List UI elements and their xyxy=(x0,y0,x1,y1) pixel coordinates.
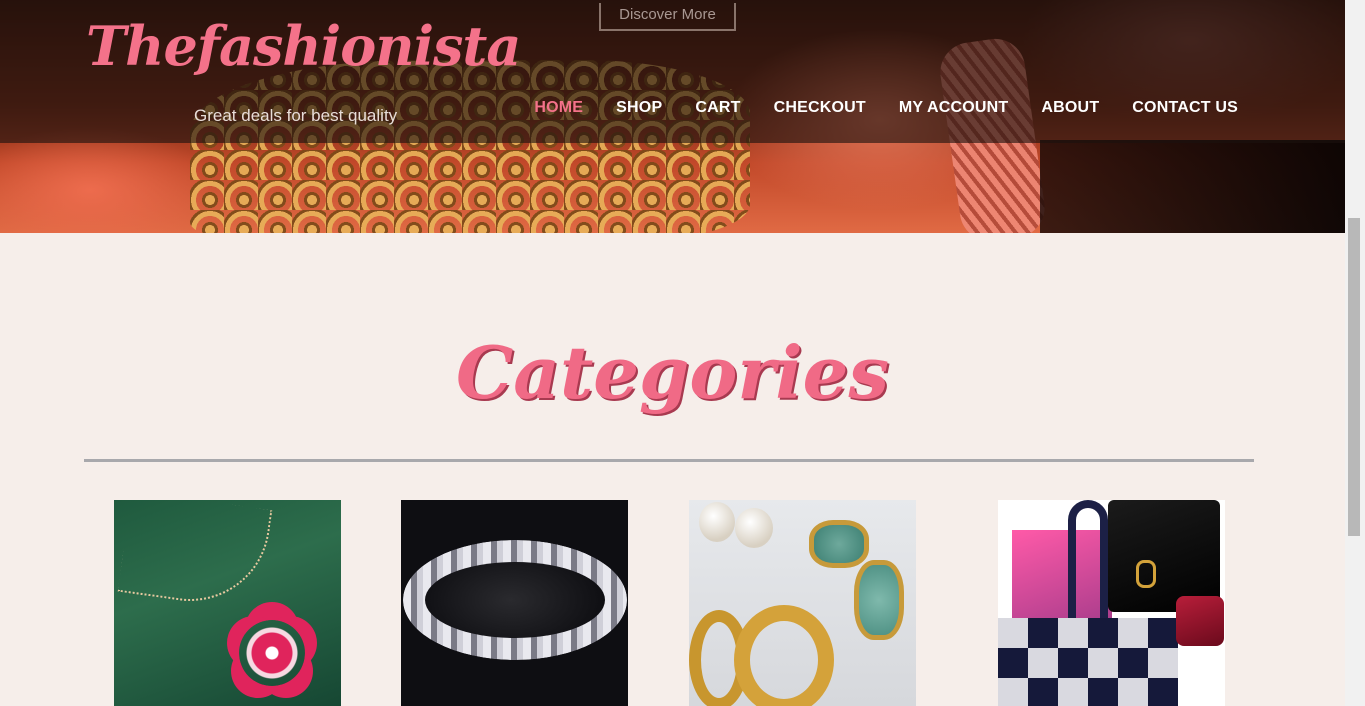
category-card-bracelets[interactable] xyxy=(401,500,628,706)
category-card-earrings[interactable] xyxy=(689,500,916,706)
turquoise-earring xyxy=(854,560,904,640)
hero-banner: Discover More Thefashionista Great deals… xyxy=(0,0,1345,233)
necklace-chain xyxy=(117,500,273,612)
category-card-necklaces[interactable] xyxy=(114,500,341,706)
site-tagline: Great deals for best quality xyxy=(194,106,398,125)
categories-heading: Categories xyxy=(455,330,890,415)
gold-hoop-earring xyxy=(734,605,834,706)
turquoise-earring xyxy=(809,520,869,568)
flower-pendant xyxy=(239,620,305,686)
nav-my-account[interactable]: MY ACCOUNT xyxy=(899,99,1009,117)
red-purse xyxy=(1176,596,1224,646)
nav-about[interactable]: ABOUT xyxy=(1041,99,1099,117)
pearl-earring xyxy=(699,502,735,542)
page-scrollbar[interactable] xyxy=(1345,0,1365,706)
bag-handles xyxy=(1068,500,1108,620)
nav-contact-us[interactable]: CONTACT US xyxy=(1132,99,1238,117)
nav-cart[interactable]: CART xyxy=(695,99,740,117)
nav-checkout[interactable]: CHECKOUT xyxy=(774,99,866,117)
pearl-earring xyxy=(735,508,773,548)
discover-more-button[interactable]: Discover More xyxy=(599,3,736,31)
nav-shop[interactable]: SHOP xyxy=(616,99,662,117)
scrollbar-thumb[interactable] xyxy=(1348,218,1360,536)
main-nav: HOME SHOP CART CHECKOUT MY ACCOUNT ABOUT… xyxy=(501,99,1238,117)
site-logo[interactable]: Thefashionista xyxy=(86,14,521,78)
hero-shadow xyxy=(1040,140,1345,233)
silver-bracelet xyxy=(403,540,627,660)
category-card-bags[interactable] xyxy=(998,500,1225,706)
section-divider xyxy=(84,459,1254,462)
nav-home[interactable]: HOME xyxy=(534,99,583,117)
checkered-tote xyxy=(998,618,1178,706)
gold-clasp xyxy=(1136,560,1156,588)
